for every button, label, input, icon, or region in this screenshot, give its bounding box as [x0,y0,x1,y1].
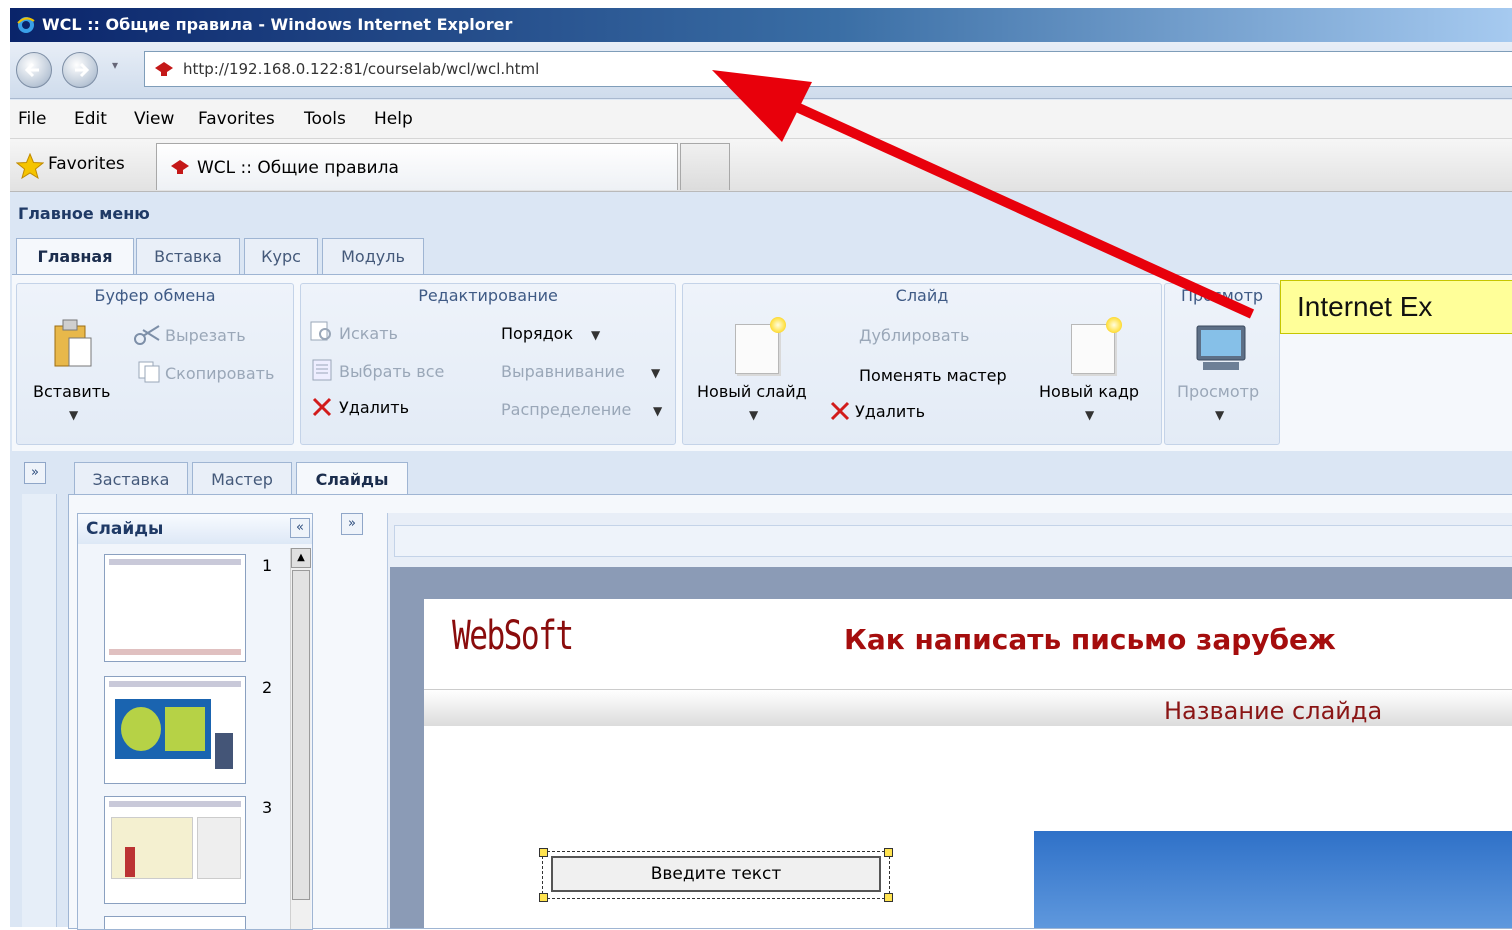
annotation-arrow-icon [712,70,1255,319]
